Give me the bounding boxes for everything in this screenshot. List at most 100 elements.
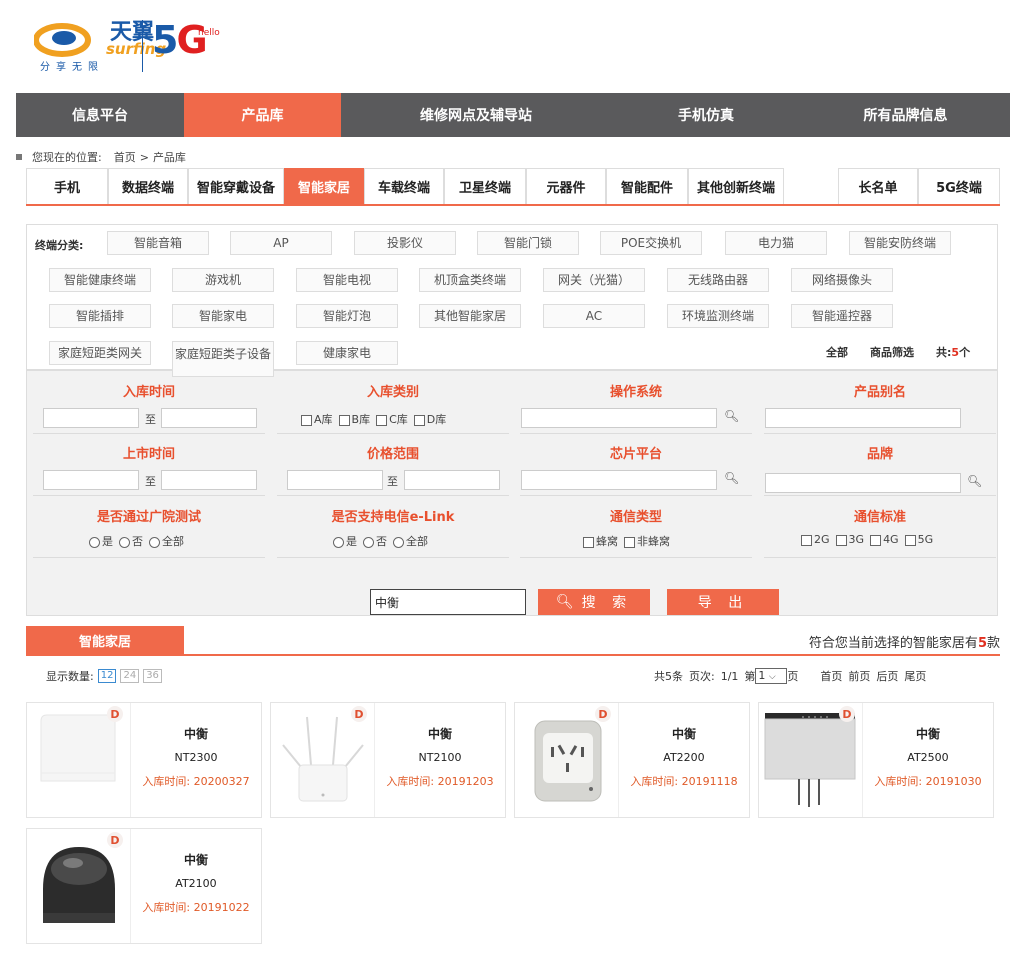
chip-smart-tv[interactable]: 智能电视: [296, 268, 398, 292]
chip-smart-bulb[interactable]: 智能灯泡: [296, 304, 398, 328]
chip-smart-strip[interactable]: 智能插排: [49, 304, 151, 328]
lib-a-checkbox[interactable]: A库: [301, 411, 333, 427]
price-min-input[interactable]: [287, 470, 383, 490]
launch-time-start-input[interactable]: [43, 470, 139, 490]
tab-accessories[interactable]: 智能配件: [606, 168, 688, 204]
page-select[interactable]: 1 ⌵: [755, 668, 788, 684]
3g-checkbox[interactable]: 3G: [835, 533, 864, 546]
product-model[interactable]: NT2100: [375, 751, 505, 764]
5g-checkbox[interactable]: 5G: [904, 533, 933, 546]
product-card[interactable]: D 中衡 AT2200 入库时间: 20191118: [514, 702, 750, 818]
page-size-36[interactable]: 36: [143, 669, 162, 683]
chip-remote[interactable]: 智能遥控器: [791, 304, 893, 328]
product-model[interactable]: AT2500: [863, 751, 993, 764]
chip-gateway[interactable]: 网关（光猫）: [543, 268, 645, 292]
chip-ac[interactable]: AC: [543, 304, 645, 328]
lib-b-checkbox[interactable]: B库: [338, 411, 370, 427]
elink-options: 是 否 全部: [333, 533, 428, 549]
chip-powerline[interactable]: 电力猫: [725, 231, 827, 255]
chip-other-home[interactable]: 其他智能家居: [419, 304, 521, 328]
gy-yes-radio[interactable]: 是: [89, 533, 113, 549]
product-screen-link[interactable]: 商品筛选: [870, 344, 914, 360]
chip-wireless-router[interactable]: 无线路由器: [667, 268, 769, 292]
price-max-input[interactable]: [404, 470, 500, 490]
divider: [33, 557, 265, 558]
nav-all-brands[interactable]: 所有品牌信息: [801, 93, 1010, 137]
chip-game-console[interactable]: 游戏机: [172, 268, 274, 292]
chip-input[interactable]: [521, 470, 717, 490]
nav-phone-sim[interactable]: 手机仿真: [611, 93, 801, 137]
page-size-24[interactable]: 24: [120, 669, 140, 683]
tab-components[interactable]: 元器件: [526, 168, 606, 204]
chip-env-monitor[interactable]: 环境监测终端: [667, 304, 769, 328]
export-button[interactable]: 导 出: [667, 589, 779, 615]
chip-smart-lock[interactable]: 智能门锁: [477, 231, 579, 255]
tab-vehicle[interactable]: 车载终端: [364, 168, 444, 204]
launch-time-end-input[interactable]: [161, 470, 257, 490]
product-model[interactable]: AT2200: [619, 751, 749, 764]
cellular-checkbox[interactable]: 蜂窝: [583, 533, 618, 549]
chip-health-appliance[interactable]: 健康家电: [296, 341, 398, 365]
tab-smart-home[interactable]: 智能家居: [284, 168, 364, 204]
tab-satellite[interactable]: 卫星终端: [444, 168, 526, 204]
product-card[interactable]: D 中衡 NT2300 入库时间: 20200327: [26, 702, 262, 818]
nav-info-platform[interactable]: 信息平台: [16, 93, 184, 137]
storage-time-end-input[interactable]: [161, 408, 257, 428]
storage-time-start-input[interactable]: [43, 408, 139, 428]
results-tab[interactable]: 智能家居: [26, 626, 184, 654]
product-model[interactable]: NT2300: [131, 751, 261, 764]
comm-type-options: 蜂窝 非蜂窝: [583, 533, 670, 549]
tab-long-list[interactable]: 长名单: [838, 168, 918, 204]
gy-no-radio[interactable]: 否: [119, 533, 143, 549]
4g-checkbox[interactable]: 4G: [870, 533, 899, 546]
2g-checkbox[interactable]: 2G: [801, 533, 830, 546]
chip-security[interactable]: 智能安防终端: [849, 231, 951, 255]
nav-product-library[interactable]: 产品库: [184, 93, 341, 137]
chip-ip-camera[interactable]: 网络摄像头: [791, 268, 893, 292]
tab-innovation[interactable]: 其他创新终端: [688, 168, 784, 204]
logo[interactable]: 天翼 surfing 分享无限 5G hello: [30, 14, 230, 76]
search-icon[interactable]: 🔍︎: [967, 474, 982, 488]
product-card[interactable]: D 中衡 NT2100 入库时间: 20191203: [270, 702, 506, 818]
label-storage-time: 入库时间: [122, 385, 175, 400]
page-size-12[interactable]: 12: [97, 669, 117, 683]
prev-page-link[interactable]: 前页: [848, 668, 870, 684]
gy-all-radio[interactable]: 全部: [149, 533, 184, 549]
chip-ap[interactable]: AP: [230, 231, 332, 255]
elink-no-radio[interactable]: 否: [363, 533, 387, 549]
breadcrumb-home[interactable]: 首页: [114, 149, 136, 165]
search-icon[interactable]: 🔍︎: [724, 409, 739, 423]
tab-phone[interactable]: 手机: [26, 168, 108, 204]
search-button[interactable]: 🔍︎ 搜 索: [538, 589, 650, 615]
lib-d-checkbox[interactable]: D库: [413, 411, 446, 427]
to-label: 至: [145, 413, 156, 426]
os-input[interactable]: [521, 408, 717, 428]
chip-set-top-box[interactable]: 机顶盒类终端: [419, 268, 521, 292]
elink-all-radio[interactable]: 全部: [393, 533, 428, 549]
alias-input[interactable]: [765, 408, 961, 428]
chip-projector[interactable]: 投影仪: [354, 231, 456, 255]
first-page-link[interactable]: 首页: [820, 668, 842, 684]
elink-yes-radio[interactable]: 是: [333, 533, 357, 549]
next-page-link[interactable]: 后页: [876, 668, 898, 684]
last-page-link[interactable]: 尾页: [904, 668, 926, 684]
chip-health[interactable]: 智能健康终端: [49, 268, 151, 292]
product-card[interactable]: D 中衡 AT2100 入库时间: 20191022: [26, 828, 262, 944]
tab-5g-terminal[interactable]: 5G终端: [918, 168, 1000, 204]
tab-wearables[interactable]: 智能穿戴设备: [188, 168, 284, 204]
non-cellular-checkbox[interactable]: 非蜂窝: [624, 533, 670, 549]
filter-all-link[interactable]: 全部: [826, 344, 848, 360]
keyword-input[interactable]: 中衡: [370, 589, 526, 615]
chip-poe-switch[interactable]: POE交换机: [600, 231, 702, 255]
tab-data-terminal[interactable]: 数据终端: [108, 168, 188, 204]
product-card[interactable]: D 中衡 AT2500 入库时间: 20191030: [758, 702, 994, 818]
chip-home-subdevice[interactable]: 家庭短距类子设备: [172, 341, 274, 377]
chip-home-gateway[interactable]: 家庭短距类网关: [49, 341, 151, 365]
chip-appliance[interactable]: 智能家电: [172, 304, 274, 328]
chip-smart-speaker[interactable]: 智能音箱: [107, 231, 209, 255]
search-icon[interactable]: 🔍︎: [724, 471, 739, 485]
lib-c-checkbox[interactable]: C库: [376, 411, 408, 427]
nav-repair-sites[interactable]: 维修网点及辅导站: [341, 93, 611, 137]
brand-input[interactable]: [765, 473, 961, 493]
product-model[interactable]: AT2100: [131, 877, 261, 890]
